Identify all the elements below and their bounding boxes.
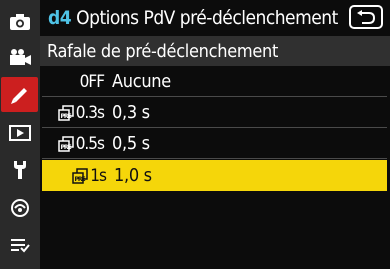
option-value: 0,5 s xyxy=(112,133,150,154)
network-menu-tab[interactable] xyxy=(0,190,40,225)
menu-item-code: d4 xyxy=(48,7,72,29)
svg-text:PRE: PRE xyxy=(75,176,86,183)
my-menu-tab[interactable] xyxy=(0,227,40,262)
option-code: 0FF xyxy=(79,71,105,92)
pencil-icon xyxy=(10,87,27,104)
svg-text:PRE: PRE xyxy=(60,144,71,151)
pre-release-burst-icon: PRE xyxy=(57,104,74,121)
option-code: PRE 0.5s xyxy=(42,134,105,154)
menu-sidebar xyxy=(0,0,40,269)
playback-menu-tab[interactable] xyxy=(0,115,40,150)
option-row-off[interactable]: 0FF Aucune xyxy=(42,67,387,97)
option-code: PRE 1s xyxy=(44,166,107,186)
camera-icon xyxy=(10,13,30,30)
option-value: 0,3 s xyxy=(112,102,150,123)
photo-shooting-menu-tab[interactable] xyxy=(0,4,40,39)
wrench-icon xyxy=(14,160,26,179)
option-row-0-5s[interactable]: PRE 0.5s 0,5 s xyxy=(42,129,387,159)
option-row-0-3s[interactable]: PRE 0.3s 0,3 s xyxy=(42,98,387,128)
submenu-title: Rafale de pré-déclenchement xyxy=(47,40,279,62)
return-arrow-icon xyxy=(357,10,376,24)
option-code: PRE 0.3s xyxy=(42,103,105,123)
movie-camera-icon xyxy=(10,48,31,65)
submenu-title-bar: Rafale de pré-déclenchement xyxy=(40,36,390,66)
setup-menu-tab[interactable] xyxy=(0,152,40,187)
menu-header: d4 Options PdV pré-déclenchement xyxy=(40,0,390,36)
pre-release-burst-icon: PRE xyxy=(57,135,74,152)
back-button[interactable] xyxy=(349,5,383,29)
option-value: Aucune xyxy=(112,71,171,92)
movie-shooting-menu-tab[interactable] xyxy=(0,39,40,74)
pre-release-burst-icon: PRE xyxy=(72,167,89,184)
page-title: Options PdV pré-déclenchement xyxy=(76,7,338,29)
option-value: 1,0 s xyxy=(114,165,152,186)
option-row-1s-selected[interactable]: PRE 1s 1,0 s xyxy=(42,160,387,191)
custom-settings-menu-tab[interactable] xyxy=(1,77,38,112)
my-menu-icon xyxy=(11,238,30,252)
playback-icon xyxy=(9,124,31,141)
network-icon xyxy=(11,198,29,217)
svg-text:PRE: PRE xyxy=(60,113,71,120)
